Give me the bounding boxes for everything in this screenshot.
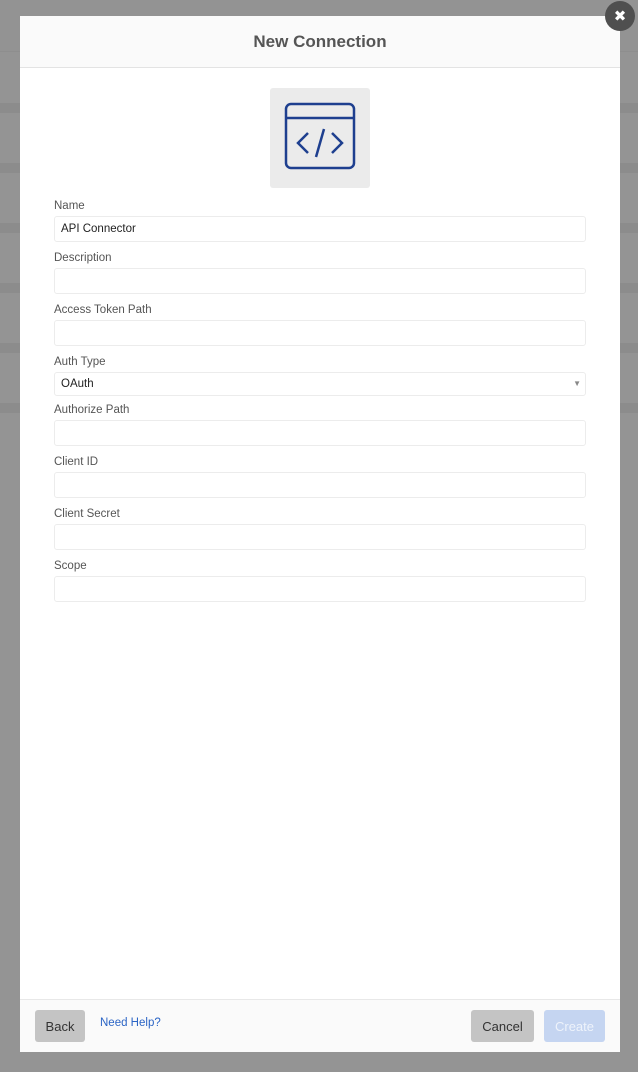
access-token-path-input[interactable] — [54, 320, 586, 346]
code-window-icon — [284, 102, 356, 175]
client-id-input[interactable] — [54, 472, 586, 498]
scope-label: Scope — [54, 560, 87, 572]
dialog-footer: Back Need Help? Cancel Create — [20, 999, 620, 1052]
back-button[interactable]: Back — [35, 1010, 85, 1042]
dialog-title: New Connection — [253, 31, 387, 51]
auth-type-label: Auth Type — [54, 356, 106, 368]
dropdown-arrow-icon: ▼ — [573, 379, 581, 388]
cancel-button[interactable]: Cancel — [471, 1010, 534, 1042]
client-secret-label: Client Secret — [54, 508, 120, 520]
authorize-path-input[interactable] — [54, 420, 586, 446]
name-label: Name — [54, 200, 85, 212]
close-dialog-button[interactable]: ✖ — [605, 1, 635, 31]
client-id-label: Client ID — [54, 456, 99, 468]
name-input[interactable] — [54, 216, 586, 242]
access-token-path-label: Access Token Path — [54, 304, 152, 316]
client-secret-input[interactable] — [54, 524, 586, 550]
auth-type-select[interactable]: OAuth ▼ — [54, 372, 586, 396]
authorize-path-label: Authorize Path — [54, 404, 130, 416]
dialog-header: New Connection — [20, 16, 620, 68]
connector-type-icon-tile — [270, 88, 370, 188]
description-input[interactable] — [54, 268, 586, 294]
auth-type-value: OAuth — [61, 378, 94, 390]
create-button[interactable]: Create — [544, 1010, 605, 1042]
connection-form: Name Description Access Token Path Auth … — [54, 199, 586, 611]
scope-input[interactable] — [54, 576, 586, 602]
new-connection-dialog: New Connection Name Description Access T… — [20, 16, 620, 1052]
description-label: Description — [54, 252, 112, 264]
close-icon: ✖ — [613, 8, 627, 25]
need-help-link[interactable]: Need Help? — [100, 1017, 161, 1029]
